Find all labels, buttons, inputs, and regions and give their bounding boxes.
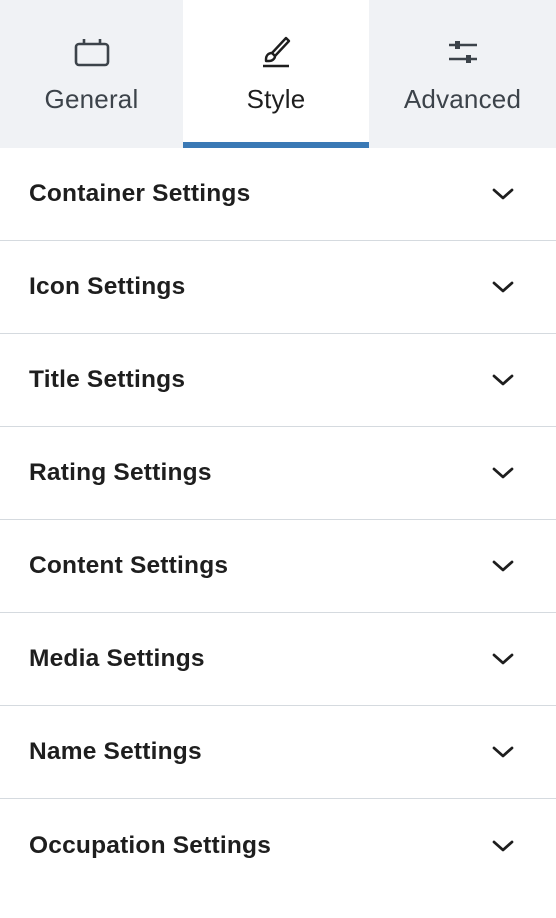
panel-title: Occupation Settings [29, 831, 272, 859]
sliders-icon [443, 34, 483, 70]
panel-media-settings[interactable]: Media Settings [0, 613, 556, 706]
panel-content-settings[interactable]: Content Settings [0, 520, 556, 613]
tab-style-label: Style [246, 84, 306, 114]
panel-rating-settings[interactable]: Rating Settings [0, 427, 556, 520]
panel-title: Title Settings [29, 366, 186, 393]
panel-title: Media Settings [29, 645, 205, 672]
tab-advanced[interactable]: Advanced [369, 0, 556, 148]
chevron-down-icon[interactable] [490, 837, 516, 855]
panel-title: Container Settings [29, 180, 251, 207]
chevron-down-icon[interactable] [490, 557, 516, 575]
chevron-down-icon[interactable] [490, 278, 516, 296]
chevron-down-icon[interactable] [490, 371, 516, 389]
chevron-down-icon[interactable] [490, 185, 516, 203]
panel-name-settings[interactable]: Name Settings [0, 706, 556, 799]
panel-title: Rating Settings [29, 459, 212, 486]
panel-title-settings[interactable]: Title Settings [0, 334, 556, 427]
tab-general[interactable]: General [0, 0, 183, 148]
tab-advanced-label: Advanced [403, 84, 522, 114]
panel-occupation-settings[interactable]: Occupation Settings [0, 799, 556, 892]
settings-panel-list: Container Settings Icon Settings Title S… [0, 148, 556, 892]
panel-container-settings[interactable]: Container Settings [0, 148, 556, 241]
chevron-down-icon[interactable] [490, 464, 516, 482]
inspector-tabs: General Style Advanced [0, 0, 556, 148]
paintbrush-icon [256, 34, 296, 70]
calendar-icon [72, 34, 112, 70]
panel-icon-settings[interactable]: Icon Settings [0, 241, 556, 334]
panel-title: Icon Settings [29, 273, 186, 300]
chevron-down-icon[interactable] [490, 743, 516, 761]
panel-title: Name Settings [29, 738, 202, 765]
panel-title: Content Settings [29, 552, 229, 579]
tab-general-label: General [44, 84, 139, 114]
tab-style[interactable]: Style [183, 0, 369, 148]
chevron-down-icon[interactable] [490, 650, 516, 668]
